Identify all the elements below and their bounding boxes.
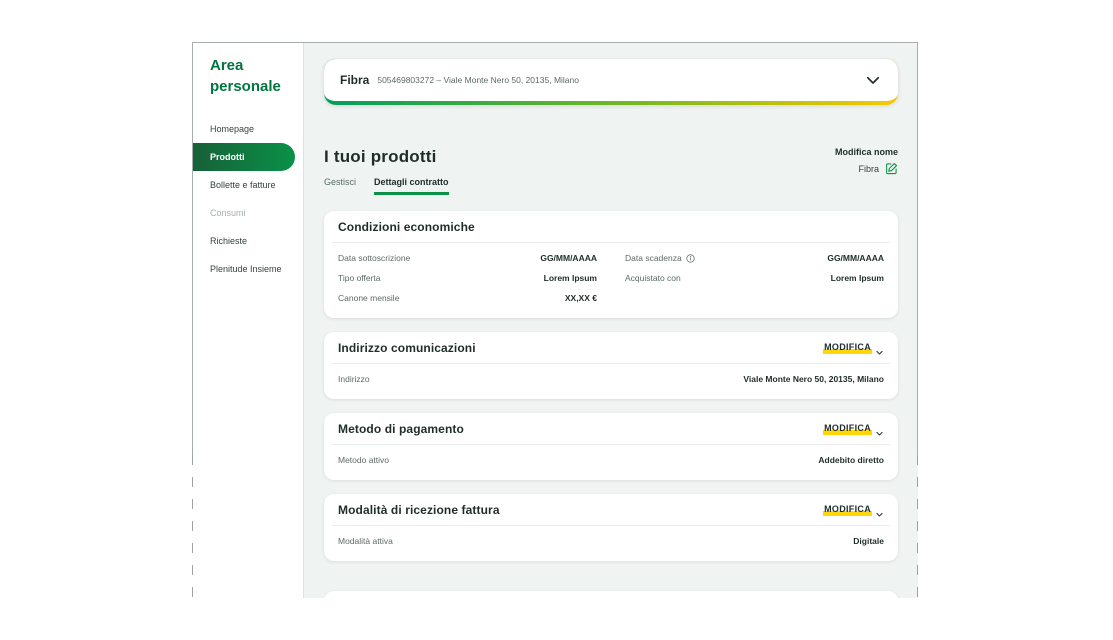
sidebar-item-consumi[interactable]: Consumi bbox=[192, 199, 303, 227]
screenshot-canvas: Area personale Homepage Prodotti Bollett… bbox=[0, 0, 1113, 640]
selector-product-name: Fibra bbox=[340, 73, 369, 87]
modifica-billing-button[interactable]: MODIFICA bbox=[823, 504, 884, 516]
chevron-down-icon bbox=[864, 71, 882, 89]
field-data-sottoscrizione: Data sottoscrizione GG/MM/AAAA bbox=[338, 248, 597, 268]
rename-value: Fibra bbox=[858, 164, 879, 174]
field-modalita-attiva: Modalità attiva Digitale bbox=[338, 531, 884, 551]
modifica-address-button[interactable]: MODIFICA bbox=[823, 342, 884, 354]
edit-pencil-square-icon[interactable] bbox=[885, 162, 898, 175]
sidebar-title: Area personale bbox=[192, 56, 303, 115]
field-acquistato-con: Acquistato con Lorem Ipsum bbox=[625, 268, 884, 288]
tabs: Gestisci Dettagli contratto bbox=[324, 177, 449, 195]
selector-product-details: 505469803272 – Viale Monte Nero 50, 2013… bbox=[377, 75, 856, 85]
field-canone-mensile: Canone mensile XX,XX € bbox=[338, 288, 597, 308]
modifica-payment-button[interactable]: MODIFICA bbox=[823, 423, 884, 435]
info-circle-icon[interactable] bbox=[686, 254, 695, 263]
card-partial-next bbox=[324, 591, 898, 598]
page-header: I tuoi prodotti Gestisci Dettagli contra… bbox=[324, 147, 898, 195]
card-title: Modalità di ricezione fattura bbox=[338, 503, 500, 517]
sidebar-item-bollette[interactable]: Bollette e fatture bbox=[192, 171, 303, 199]
sidebar-item-homepage[interactable]: Homepage bbox=[192, 115, 303, 143]
page-title: I tuoi prodotti bbox=[324, 147, 449, 167]
field-indirizzo: Indirizzo Viale Monte Nero 50, 20135, Mi… bbox=[338, 369, 884, 389]
card-metodo-pagamento: Metodo di pagamento MODIFICA Metodo atti… bbox=[324, 413, 898, 480]
rename-label: Modifica nome bbox=[835, 147, 898, 157]
chevron-down-icon bbox=[875, 425, 884, 434]
chevron-down-icon bbox=[875, 344, 884, 353]
main-content: Fibra 505469803272 – Viale Monte Nero 50… bbox=[304, 43, 918, 598]
sidebar-item-plenitude-insieme[interactable]: Plenitude Insieme bbox=[192, 255, 303, 283]
tab-dettagli-contratto[interactable]: Dettagli contratto bbox=[374, 177, 449, 195]
app-window: Area personale Homepage Prodotti Bollett… bbox=[192, 42, 918, 598]
tab-gestisci[interactable]: Gestisci bbox=[324, 177, 356, 195]
rename-block: Modifica nome Fibra bbox=[835, 147, 898, 175]
field-data-scadenza: Data scadenza GG/MM/AAAA bbox=[625, 248, 884, 268]
card-modalita-ricezione-fattura: Modalità di ricezione fattura MODIFICA M… bbox=[324, 494, 898, 561]
sidebar-item-richieste[interactable]: Richieste bbox=[192, 227, 303, 255]
card-indirizzo-comunicazioni: Indirizzo comunicazioni MODIFICA Indiriz… bbox=[324, 332, 898, 399]
card-title: Condizioni economiche bbox=[338, 220, 475, 234]
card-condizioni-economiche: Condizioni economiche Data sottoscrizion… bbox=[324, 211, 898, 318]
sidebar: Area personale Homepage Prodotti Bollett… bbox=[192, 43, 304, 598]
chevron-down-icon bbox=[875, 506, 884, 515]
card-title: Indirizzo comunicazioni bbox=[338, 341, 476, 355]
field-tipo-offerta: Tipo offerta Lorem Ipsum bbox=[338, 268, 597, 288]
card-title: Metodo di pagamento bbox=[338, 422, 464, 436]
sidebar-item-prodotti[interactable]: Prodotti bbox=[192, 143, 295, 171]
product-selector-dropdown[interactable]: Fibra 505469803272 – Viale Monte Nero 50… bbox=[324, 59, 898, 105]
sidebar-nav: Homepage Prodotti Bollette e fatture Con… bbox=[192, 115, 303, 283]
field-metodo-attivo: Metodo attivo Addebito diretto bbox=[338, 450, 884, 470]
